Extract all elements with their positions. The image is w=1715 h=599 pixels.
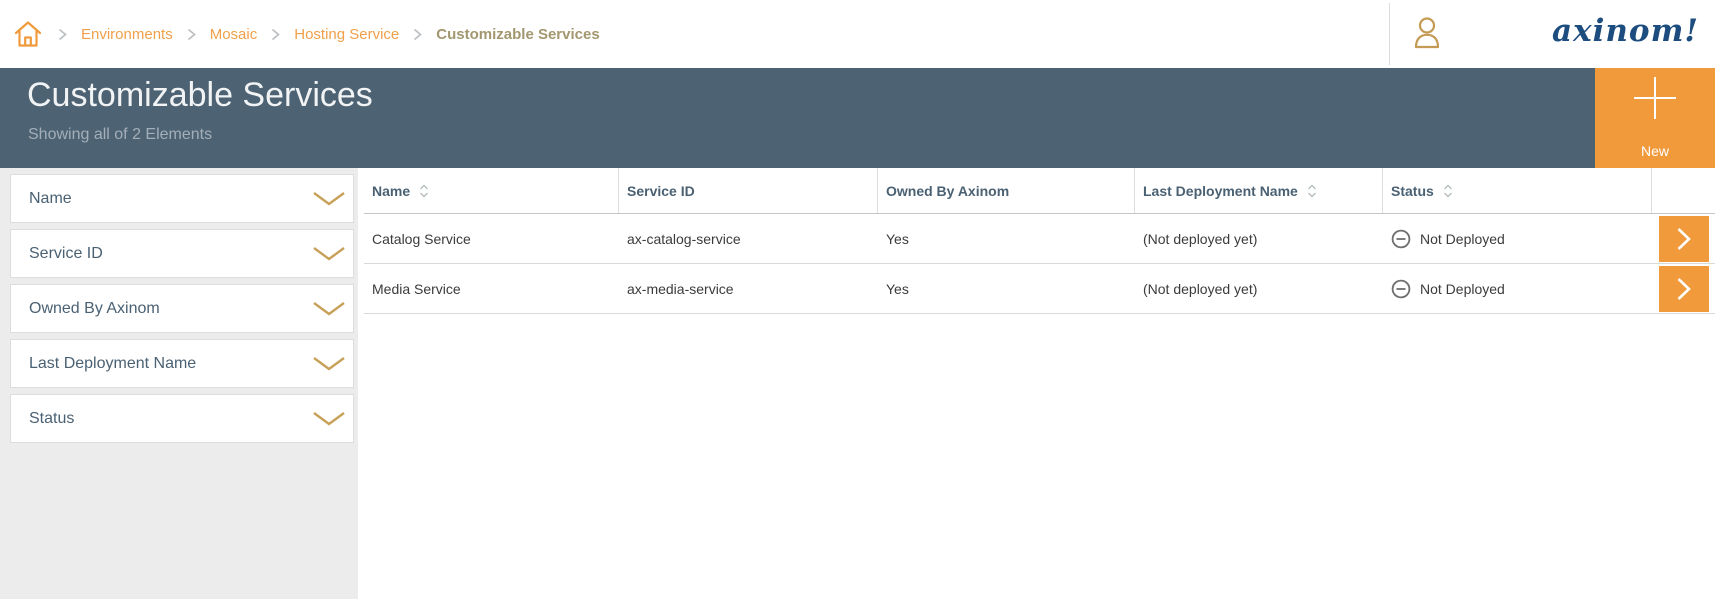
column-label: Owned By Axinom: [886, 183, 1009, 199]
chevron-down-icon: [312, 411, 346, 427]
plus-icon: [1631, 74, 1679, 122]
open-row-button[interactable]: [1659, 266, 1709, 312]
cell-owned-by-axinom: Yes: [878, 214, 1135, 263]
cell-name: Media Service: [364, 264, 619, 313]
breadcrumb: Environments Mosaic Hosting Service Cust…: [12, 0, 600, 68]
column-label: Service ID: [627, 183, 695, 199]
axinom-logo: axinom!: [1552, 13, 1699, 49]
column-label: Status: [1391, 183, 1434, 199]
breadcrumb-item-mosaic[interactable]: Mosaic: [210, 26, 258, 43]
filter-label: Status: [29, 410, 74, 428]
cell-last-deployment-name: (Not deployed yet): [1135, 264, 1383, 313]
table-row[interactable]: Media Service ax-media-service Yes (Not …: [364, 264, 1715, 314]
status-badge: Not Deployed: [1420, 231, 1505, 247]
breadcrumb-separator-icon: [57, 27, 68, 42]
breadcrumb-item-hosting-service[interactable]: Hosting Service: [294, 26, 399, 43]
services-table: Name Service ID Owned By Axinom Last Dep…: [358, 168, 1715, 599]
filter-label: Service ID: [29, 245, 103, 263]
chevron-down-icon: [312, 356, 346, 372]
column-header-owned-by-axinom[interactable]: Owned By Axinom: [878, 168, 1135, 213]
cell-actions: [1652, 264, 1715, 313]
filter-sidebar: Name Service ID Owned By Axinom Last Dep…: [0, 168, 358, 599]
chevron-right-icon: [1676, 226, 1692, 252]
breadcrumb-separator-icon: [412, 27, 423, 42]
column-header-last-deployment-name[interactable]: Last Deployment Name: [1135, 168, 1383, 213]
sort-icon[interactable]: [418, 183, 430, 199]
breadcrumb-separator-icon: [270, 27, 281, 42]
breadcrumb-item-environments[interactable]: Environments: [81, 26, 173, 43]
result-count: Showing all of 2 Elements: [28, 126, 212, 144]
column-header-name[interactable]: Name: [364, 168, 619, 213]
filter-last-deployment-name[interactable]: Last Deployment Name: [10, 339, 354, 388]
breadcrumb-separator-icon: [186, 27, 197, 42]
topbar: Environments Mosaic Hosting Service Cust…: [0, 0, 1715, 68]
minus-circle-icon: [1391, 229, 1411, 249]
new-button-label: New: [1595, 143, 1715, 159]
cell-service-id: ax-media-service: [619, 264, 878, 313]
status-badge: Not Deployed: [1420, 281, 1505, 297]
cell-status: Not Deployed: [1383, 214, 1652, 263]
chevron-right-icon: [1676, 276, 1692, 302]
column-label: Name: [372, 183, 410, 199]
page-title: Customizable Services: [27, 76, 373, 115]
chevron-down-icon: [312, 301, 346, 317]
minus-circle-icon: [1391, 279, 1411, 299]
filter-label: Last Deployment Name: [29, 355, 196, 373]
user-icon[interactable]: [1411, 16, 1443, 56]
column-header-service-id[interactable]: Service ID: [619, 168, 878, 213]
filter-name[interactable]: Name: [10, 174, 354, 223]
filter-status[interactable]: Status: [10, 394, 354, 443]
cell-service-id: ax-catalog-service: [619, 214, 878, 263]
topbar-divider: [1389, 3, 1390, 65]
filter-label: Name: [29, 190, 72, 208]
column-header-actions: [1652, 168, 1715, 213]
open-row-button[interactable]: [1659, 216, 1709, 262]
chevron-down-icon: [312, 246, 346, 262]
filter-label: Owned By Axinom: [29, 300, 160, 318]
new-button[interactable]: New: [1595, 68, 1715, 168]
cell-name: Catalog Service: [364, 214, 619, 263]
cell-actions: [1652, 214, 1715, 263]
home-icon[interactable]: [12, 19, 44, 49]
cell-last-deployment-name: (Not deployed yet): [1135, 214, 1383, 263]
cell-status: Not Deployed: [1383, 264, 1652, 313]
cell-owned-by-axinom: Yes: [878, 264, 1135, 313]
table-header-row: Name Service ID Owned By Axinom Last Dep…: [364, 168, 1715, 214]
breadcrumb-item-current: Customizable Services: [436, 26, 599, 43]
table-row[interactable]: Catalog Service ax-catalog-service Yes (…: [364, 214, 1715, 264]
filter-owned-by-axinom[interactable]: Owned By Axinom: [10, 284, 354, 333]
sort-icon[interactable]: [1306, 183, 1318, 199]
column-label: Last Deployment Name: [1143, 183, 1298, 199]
filter-service-id[interactable]: Service ID: [10, 229, 354, 278]
chevron-down-icon: [312, 191, 346, 207]
page-header: Customizable Services Showing all of 2 E…: [0, 68, 1715, 168]
sort-icon[interactable]: [1442, 183, 1454, 199]
column-header-status[interactable]: Status: [1383, 168, 1652, 213]
